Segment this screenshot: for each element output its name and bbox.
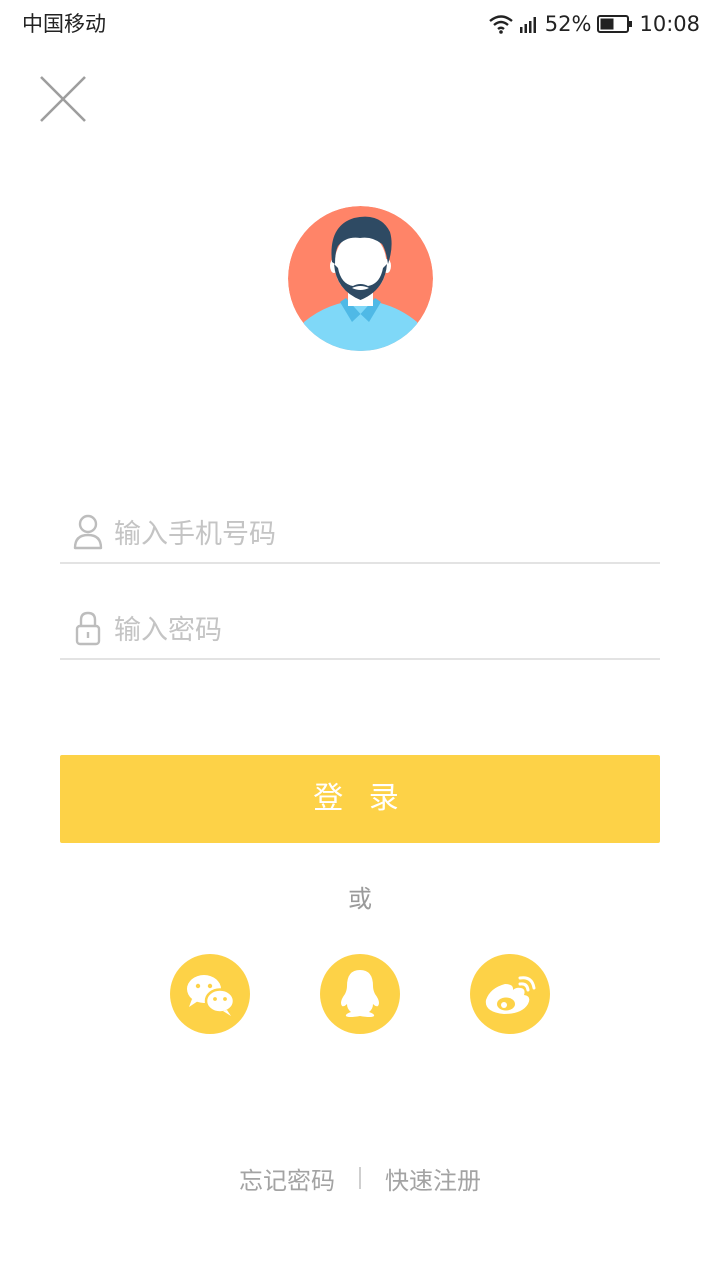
user-icon	[73, 514, 103, 550]
link-divider	[359, 1167, 361, 1189]
forgot-password-link[interactable]: 忘记密码	[239, 1161, 335, 1196]
weibo-icon	[485, 976, 536, 1014]
login-button[interactable]: 登 录	[60, 755, 660, 843]
close-button[interactable]	[36, 72, 90, 126]
user-avatar	[288, 206, 433, 351]
battery-icon	[597, 14, 633, 34]
signal-icon	[519, 14, 539, 34]
carrier-label: 中国移动	[22, 12, 106, 36]
status-indicators: 52% 10:08	[489, 10, 700, 38]
qq-icon	[341, 970, 379, 1017]
status-bar: 中国移动 52% 10:08	[0, 0, 720, 48]
qq-login-button[interactable]	[320, 954, 400, 1034]
wechat-login-button[interactable]	[170, 954, 250, 1034]
password-input[interactable]	[114, 608, 644, 652]
wifi-icon	[489, 14, 513, 34]
clock: 10:08	[639, 12, 700, 36]
close-icon	[40, 76, 86, 122]
quick-register-link[interactable]: 快速注册	[385, 1161, 481, 1196]
phone-field	[60, 502, 660, 564]
phone-input[interactable]	[114, 512, 644, 556]
or-separator: 或	[348, 885, 372, 913]
password-field	[60, 598, 660, 660]
weibo-login-button[interactable]	[470, 954, 550, 1034]
bottom-links: 忘记密码 快速注册	[0, 1158, 720, 1198]
battery-percent: 52%	[544, 12, 592, 36]
wechat-icon	[187, 975, 236, 1016]
lock-icon	[75, 611, 101, 646]
